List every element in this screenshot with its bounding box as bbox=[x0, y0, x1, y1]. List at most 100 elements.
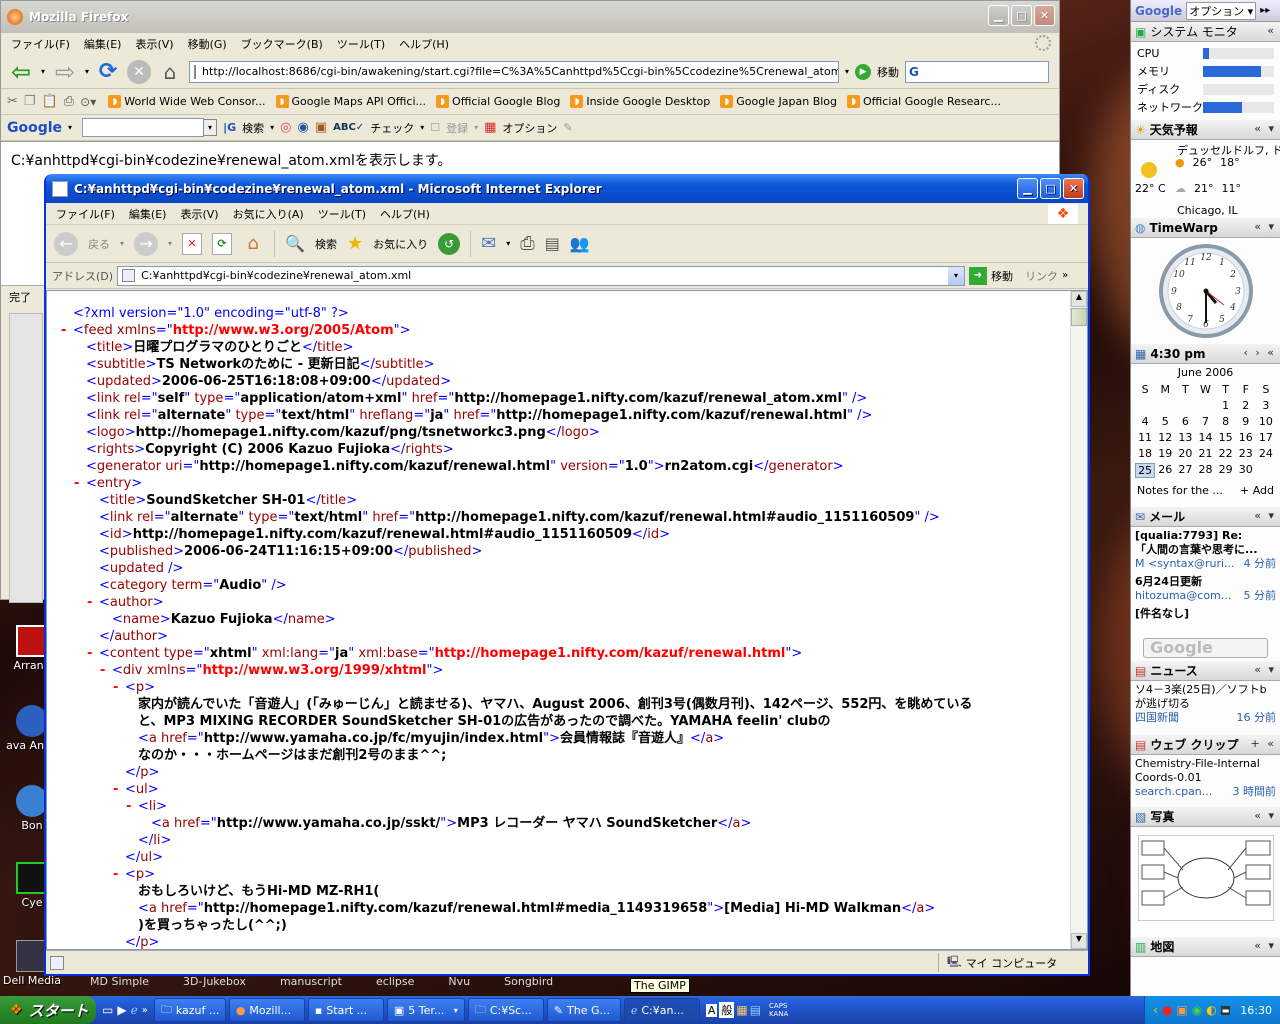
calendar-day[interactable]: 1 bbox=[1216, 399, 1236, 412]
gadget-collapse-icon[interactable]: « ▾ bbox=[1254, 939, 1276, 952]
task-ie-active[interactable]: ℯ C:¥an... bbox=[623, 998, 700, 1022]
news-gadget-title[interactable]: ▤ ニュース « ▾ bbox=[1131, 661, 1280, 681]
desktop-icon-label[interactable]: MD Simple bbox=[90, 975, 149, 987]
close-button[interactable]: ✕ bbox=[1063, 178, 1084, 199]
collapse-toggle-icon[interactable]: - bbox=[126, 798, 131, 815]
calendar-day[interactable]: 16 bbox=[1236, 431, 1256, 444]
back-arrow-icon[interactable]: ← bbox=[54, 231, 78, 256]
google-search-engine-icon[interactable]: G bbox=[909, 65, 919, 79]
menu-view[interactable]: 表示(V) bbox=[180, 206, 218, 222]
search-options-dropdown-icon[interactable]: ▾ bbox=[270, 123, 274, 132]
menu-file[interactable]: ファイル(F) bbox=[56, 206, 115, 222]
menu-tools[interactable]: ツール(T) bbox=[337, 36, 385, 52]
register-button[interactable]: 登録 bbox=[446, 120, 468, 136]
collapse-toggle-icon[interactable]: - bbox=[87, 645, 92, 662]
ime-pad-icon[interactable]: ▦ bbox=[736, 1003, 747, 1017]
gadget-collapse-icon[interactable]: « bbox=[1267, 24, 1276, 37]
scroll-up-arrow-icon[interactable]: ▲ bbox=[1071, 291, 1087, 307]
sysmon-gadget-title[interactable]: ▣ システム モニタ « bbox=[1131, 22, 1280, 42]
register-dropdown-icon[interactable]: ▾ bbox=[474, 123, 478, 132]
tray-icon-antivirus[interactable]: ▣ bbox=[1176, 1003, 1187, 1017]
spellcheck-button[interactable]: チェック bbox=[370, 120, 414, 136]
menu-edit[interactable]: 編集(E) bbox=[84, 36, 122, 52]
mail-icon[interactable]: ✉ bbox=[481, 233, 496, 254]
webclip-gadget-title[interactable]: ▤ ウェブ クリップ + « bbox=[1131, 735, 1280, 755]
mail-dropdown-icon[interactable]: ▾ bbox=[506, 239, 510, 248]
desktop-icon-label[interactable]: 3D-Jukebox bbox=[183, 975, 246, 987]
calendar-nav-icons[interactable]: ‹ › « bbox=[1243, 346, 1276, 359]
cut-icon[interactable]: ✂ bbox=[7, 94, 18, 109]
scroll-thumb[interactable] bbox=[1071, 308, 1087, 326]
menu-view[interactable]: 表示(V) bbox=[135, 36, 173, 52]
collapse-toggle-icon[interactable]: - bbox=[61, 322, 66, 339]
home-icon[interactable]: ⌂ bbox=[242, 233, 264, 255]
links-label[interactable]: リンク bbox=[1025, 268, 1058, 284]
menu-help[interactable]: ヘルプ(H) bbox=[380, 206, 430, 222]
notes-link[interactable]: Notes for the ... bbox=[1137, 484, 1223, 497]
task-terminal[interactable]: ▣ 5 Ter... ▾ bbox=[386, 998, 465, 1022]
tray-icon-red[interactable]: ● bbox=[1162, 1003, 1172, 1017]
minimize-button[interactable]: ▁ bbox=[1017, 178, 1038, 199]
calendar-day[interactable]: 2 bbox=[1236, 399, 1256, 412]
scroll-down-arrow-icon[interactable]: ▼ bbox=[1071, 933, 1087, 949]
spellcheck-dropdown-icon[interactable]: ▾ bbox=[420, 123, 424, 132]
forward-dropdown-icon[interactable]: ▾ bbox=[85, 67, 89, 76]
firefox-title-bar[interactable]: Mozilla Firefox ▁ □ ✕ bbox=[1, 1, 1059, 33]
calendar-day[interactable]: 18 bbox=[1135, 447, 1155, 460]
menu-edit[interactable]: 編集(E) bbox=[129, 206, 167, 222]
show-desktop-icon[interactable]: ▭ bbox=[102, 1003, 113, 1017]
calendar-day[interactable]: 23 bbox=[1236, 447, 1256, 460]
collapse-toggle-icon[interactable]: - bbox=[113, 679, 118, 696]
task-start[interactable]: ▪ Start ... bbox=[307, 998, 384, 1022]
calendar-day[interactable]: 28 bbox=[1195, 463, 1215, 478]
gadget-collapse-icon[interactable]: + « bbox=[1251, 737, 1276, 750]
maximize-button[interactable]: □ bbox=[1011, 5, 1032, 26]
forward-arrow-icon[interactable]: → bbox=[134, 231, 159, 256]
tray-icon-google[interactable]: ◉ bbox=[1192, 1003, 1202, 1017]
copy-icon[interactable]: ❐ bbox=[24, 94, 36, 109]
gadget-collapse-icon[interactable]: « ▾ bbox=[1254, 663, 1276, 676]
desktop-icon-label[interactable]: eclipse bbox=[376, 975, 414, 987]
refresh-icon[interactable]: ⟳ bbox=[212, 232, 233, 255]
bookmark-inside-google-desktop[interactable]: ◗ Inside Google Desktop bbox=[570, 95, 710, 108]
calendar-day[interactable]: 19 bbox=[1155, 447, 1175, 460]
menu-bookmarks[interactable]: ブックマーク(B) bbox=[241, 36, 323, 52]
collapse-toggle-icon[interactable]: - bbox=[113, 781, 118, 798]
maximize-button[interactable]: □ bbox=[1040, 178, 1061, 199]
calendar-day[interactable]: 24 bbox=[1256, 447, 1276, 460]
photo-thumbnail-diagram[interactable] bbox=[1137, 835, 1274, 921]
bookmark-google-maps-api[interactable]: ◗ Google Maps API Offici... bbox=[275, 95, 426, 108]
map-gadget-title[interactable]: ▥ 地図 « ▾ bbox=[1131, 937, 1280, 957]
ime-mode[interactable]: 般 bbox=[719, 1002, 735, 1018]
url-dropdown-icon[interactable]: ▾ bbox=[845, 67, 849, 76]
gadget-collapse-icon[interactable]: « ▾ bbox=[1254, 122, 1276, 135]
desktop-icon-label[interactable]: manuscript bbox=[280, 975, 342, 987]
mail-item[interactable]: 6月24日更新 hitozuma@com... 5 分前 bbox=[1135, 575, 1276, 603]
back-button-label[interactable]: 戻る bbox=[88, 236, 110, 252]
sidebar-options-button[interactable]: オプション ▾ bbox=[1186, 1, 1257, 20]
search-icon[interactable]: 🔍 bbox=[285, 234, 305, 254]
forward-arrow-icon[interactable]: ⇨ bbox=[51, 58, 79, 86]
minimize-button[interactable]: ▁ bbox=[988, 5, 1009, 26]
bookmark-w3c[interactable]: ◗ World Wide Web Consor... bbox=[108, 95, 266, 108]
edit-icon[interactable]: ▤ bbox=[545, 234, 560, 253]
back-dropdown-icon[interactable]: ▾ bbox=[41, 67, 45, 76]
bookmark-official-google-blog[interactable]: ◗ Official Google Blog bbox=[436, 95, 560, 108]
calendar-day[interactable]: 9 bbox=[1236, 415, 1256, 428]
calendar-day[interactable]: 15 bbox=[1216, 431, 1236, 444]
collapse-toggle-icon[interactable]: - bbox=[74, 475, 79, 492]
media-player-icon[interactable]: ▶ bbox=[117, 1003, 126, 1017]
add-note-button[interactable]: + Add bbox=[1240, 484, 1274, 497]
news-icon[interactable]: ◉ bbox=[297, 120, 308, 135]
address-dropdown-icon[interactable]: ▾ bbox=[948, 266, 965, 285]
links-chevron-icon[interactable]: » bbox=[1062, 270, 1068, 281]
webclip-headline[interactable]: Chemistry-File-Internal Coords-0.01 bbox=[1135, 757, 1276, 785]
menu-favorites[interactable]: お気に入り(A) bbox=[233, 206, 304, 222]
go-button-label[interactable]: 移動 bbox=[991, 268, 1013, 284]
task-mozilla[interactable]: ● Mozill... bbox=[228, 998, 305, 1022]
gadget-collapse-icon[interactable]: « ▾ bbox=[1254, 509, 1276, 522]
calendar-day[interactable]: 21 bbox=[1195, 447, 1215, 460]
highlight-icon[interactable]: ✎ bbox=[563, 121, 572, 134]
google-menu-dropdown-icon[interactable]: ▾ bbox=[68, 123, 72, 132]
sidebar-search-box[interactable]: Google bbox=[1143, 638, 1268, 658]
